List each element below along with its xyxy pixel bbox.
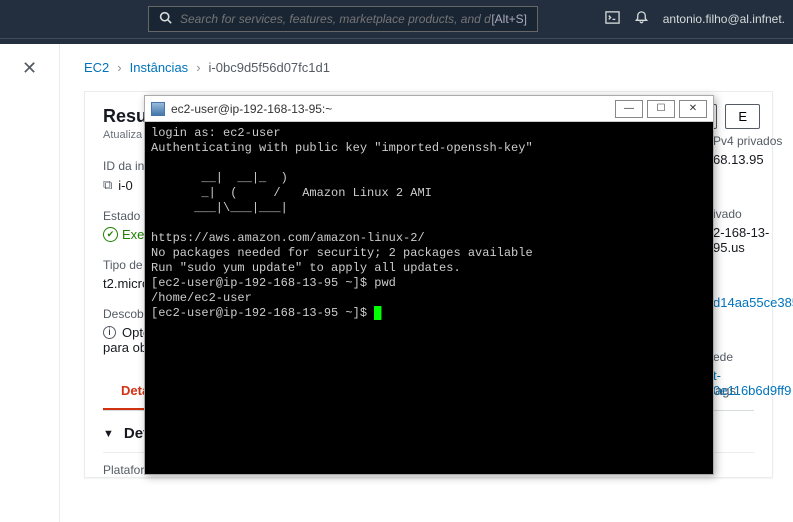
cloudshell-icon[interactable]	[605, 10, 620, 28]
state-button[interactable]: E	[725, 104, 760, 129]
terminal-body[interactable]: login as: ec2-user Authenticating with p…	[145, 122, 713, 474]
close-icon[interactable]: ✕	[22, 58, 37, 522]
top-navbar: [Alt+S] antonio.filho@al.infnet.	[0, 0, 793, 38]
right-fields: Pv4 privados 68.13.95 ivado 2-168-13-95.…	[713, 134, 793, 438]
network-label: ede	[713, 350, 793, 364]
search-box[interactable]: [Alt+S]	[148, 6, 538, 32]
terminal-title: ec2-user@ip-192-168-13-95:~	[171, 102, 332, 116]
search-shortcut: [Alt+S]	[491, 12, 527, 26]
minimize-button[interactable]: —	[615, 100, 643, 118]
info-icon: i	[103, 326, 116, 339]
crumb-ec2[interactable]: EC2	[84, 60, 109, 75]
putty-icon	[151, 102, 165, 116]
chevron-down-icon: ▼	[103, 428, 114, 440]
instance-id-value: i-0	[118, 178, 132, 193]
ami-link[interactable]: d14aa55ce385c	[713, 295, 793, 310]
crumb-instances[interactable]: Instâncias	[130, 60, 189, 75]
private-dns-label: ivado	[713, 207, 793, 221]
terminal-output: login as: ec2-user Authenticating with p…	[151, 126, 533, 320]
subnet-link[interactable]: t-0e116b6d9ff9	[713, 368, 793, 398]
left-drawer: ✕ ade	[0, 44, 60, 522]
search-icon	[159, 11, 172, 27]
terminal-titlebar[interactable]: ec2-user@ip-192-168-13-95:~ — ☐ ✕	[145, 96, 713, 122]
search-input[interactable]	[180, 12, 491, 26]
terminal-cursor: █	[374, 306, 381, 320]
maximize-button[interactable]: ☐	[647, 100, 675, 118]
close-button[interactable]: ✕	[679, 100, 707, 118]
terminal-window[interactable]: ec2-user@ip-192-168-13-95:~ — ☐ ✕ login …	[144, 95, 714, 475]
private-ip-label: Pv4 privados	[713, 134, 793, 148]
chevron-right-icon: ›	[117, 60, 121, 75]
bell-icon[interactable]	[634, 10, 649, 28]
crumb-current: i-0bc9d5f56d07fc1d1	[209, 60, 330, 75]
private-dns-value: 2-168-13-95.us	[713, 225, 793, 255]
copy-icon[interactable]: ⧉	[103, 177, 112, 193]
chevron-right-icon: ›	[196, 60, 200, 75]
breadcrumb: EC2 › Instâncias › i-0bc9d5f56d07fc1d1	[84, 60, 773, 75]
user-menu[interactable]: antonio.filho@al.infnet.	[663, 12, 785, 26]
private-ip-value: 68.13.95	[713, 152, 793, 167]
